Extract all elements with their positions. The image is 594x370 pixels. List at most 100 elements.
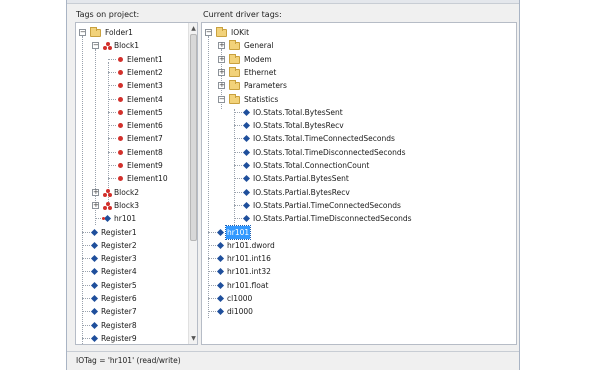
tree-item-label: IO.Stats.Partial.BytesRecv [253,187,350,197]
project-tree-item-block3[interactable]: + Block3 [76,199,188,212]
tree-connector [234,111,242,113]
project-tree-item-register7[interactable]: Register7 [76,305,188,318]
tree-item-label: Register1 [101,227,137,237]
project-tree-item-element5[interactable]: Element5 [76,106,188,119]
tree-connector [208,244,216,246]
collapse-icon[interactable]: − [205,29,212,36]
driver-tree-item-hr101-float[interactable]: hr101.float [202,279,516,292]
driver-tree-item-hr101-dword[interactable]: hr101.dword [202,239,516,252]
project-tree-item-folder1[interactable]: − Folder1 [76,26,188,39]
driver-tree-item-statistics[interactable]: − Statistics [202,93,516,106]
tag-diamond-icon [216,228,225,236]
driver-tags-tree[interactable]: − IOKit + General + Modem + Ethernet + Parameters… [201,22,517,345]
block-icon [103,188,112,197]
driver-tree-item-io-stats-total-timedisconnectedseconds[interactable]: IO.Stats.Total.TimeDisconnectedSeconds [202,146,516,159]
element-dot-icon [118,149,123,155]
driver-tree-item-ethernet[interactable]: + Ethernet [202,66,516,79]
project-tree-item-register1[interactable]: Register1 [76,226,188,239]
tree-item-label: IO.Stats.Total.TimeDisconnectedSeconds [253,147,406,157]
tree-item-label: IO.Stats.Total.ConnectionCount [253,161,370,170]
tree-connector [234,125,242,127]
expand-icon[interactable]: + [218,68,225,76]
scroll-up-arrow-icon[interactable]: ▲ [189,24,197,33]
expand-icon[interactable]: + [218,82,225,90]
tree-item-label: Register2 [101,240,137,250]
scroll-down-arrow-icon[interactable]: ▼ [189,334,197,343]
folder-icon [229,80,240,91]
project-tree-item-element10[interactable]: Element10 [76,172,188,185]
driver-tree-item-io-stats-total-bytesrecv[interactable]: IO.Stats.Total.BytesRecv [202,119,516,132]
tag-diamond-icon [242,201,251,209]
tag-diamond-icon [242,175,251,183]
project-tree-item-element1[interactable]: Element1 [76,53,188,66]
driver-tree-item-io-stats-partial-timedisconnectedseconds[interactable]: IO.Stats.Partial.TimeDisconnectedSeconds [202,212,516,225]
driver-tree-item-io-stats-partial-timeconnectedseconds[interactable]: IO.Stats.Partial.TimeConnectedSeconds [202,199,516,212]
collapse-icon[interactable]: − [218,95,225,103]
driver-tree-item-general[interactable]: + General [202,39,516,52]
project-tree-item-block2[interactable]: + Block2 [76,186,188,199]
driver-tags-title: Current driver tags: [203,10,282,19]
driver-tree-item-di1000[interactable]: di1000 [202,305,516,318]
expand-icon[interactable]: + [92,201,99,209]
tag-diamond-icon [216,268,225,276]
register-diamond-icon [90,241,99,249]
element-dot-icon [118,109,123,115]
project-tree-item-register5[interactable]: Register5 [76,279,188,292]
element-dot-icon [118,96,123,102]
expand-icon[interactable]: + [218,55,225,63]
tree-item-label: IO.Stats.Total.BytesSent [253,107,343,117]
driver-tree-item-parameters[interactable]: + Parameters [202,79,516,92]
driver-tree-item-modem[interactable]: + Modem [202,53,516,66]
project-tree-item-register2[interactable]: Register2 [76,239,188,252]
driver-tree-item-hr101-int32[interactable]: hr101.int32 [202,265,516,278]
project-tree-item-element4[interactable]: Element4 [76,93,188,106]
tree-item-label: hr101.int32 [227,267,271,277]
driver-tree-item-io-stats-total-timeconnectedseconds[interactable]: IO.Stats.Total.TimeConnectedSeconds [202,132,516,145]
collapse-icon[interactable]: − [92,42,99,50]
project-tree-item-element8[interactable]: Element8 [76,146,188,159]
driver-tree-item-hr101-int16[interactable]: hr101.int16 [202,252,516,265]
tree-item-label: IO.Stats.Partial.TimeDisconnectedSeconds [253,214,412,224]
project-tree-item-element7[interactable]: Element7 [76,132,188,145]
tree-connector [82,271,90,273]
element-dot-icon [118,136,123,142]
driver-tree-item-io-stats-partial-bytessent[interactable]: IO.Stats.Partial.BytesSent [202,172,516,185]
project-tree-item-element3[interactable]: Element3 [76,79,188,92]
project-tags-scrollbar[interactable]: ▲ ▼ [188,23,197,344]
tree-connector [108,165,116,166]
project-tags-tree[interactable]: ▲ ▼ − Folder1− Block1 Element1 Element2 Eleme… [75,22,198,345]
tree-connector [82,298,90,299]
project-tree-item-element2[interactable]: Element2 [76,66,188,79]
project-tree-item-block1[interactable]: − Block1 [76,39,188,52]
driver-tree-item-io-stats-partial-bytesrecv[interactable]: IO.Stats.Partial.BytesRecv [202,186,516,199]
tree-item-label: Register5 [101,280,137,290]
tree-connector [82,337,90,339]
project-tree-item-hr101[interactable]: hr101 [76,212,188,225]
collapse-icon[interactable]: − [79,29,86,36]
tree-item-label: IO.Stats.Total.TimeConnectedSeconds [253,134,395,144]
tag-diamond-icon [216,255,225,263]
driver-tree-item-io-stats-total-bytessent[interactable]: IO.Stats.Total.BytesSent [202,106,516,119]
tree-connector [108,111,116,113]
expand-icon[interactable]: + [218,42,225,50]
driver-tree-item-cl1000[interactable]: cl1000 [202,292,516,305]
tag-diamond-icon [216,241,225,249]
element-dot-icon [118,176,123,182]
register-diamond-icon [90,255,99,263]
project-tree-item-register6[interactable]: Register6 [76,292,188,305]
project-tree-item-element6[interactable]: Element6 [76,119,188,132]
project-tree-item-element9[interactable]: Element9 [76,159,188,172]
project-tree-item-register3[interactable]: Register3 [76,252,188,265]
driver-tree-item-io-stats-total-connectioncount[interactable]: IO.Stats.Total.ConnectionCount [202,159,516,172]
tree-connector [208,271,216,273]
tree-connector [108,98,116,100]
driver-tree-item-iokit[interactable]: − IOKit [202,26,516,39]
project-tree-item-register9[interactable]: Register9 [76,332,188,344]
project-tree-item-register8[interactable]: Register8 [76,319,188,332]
driver-tree-item-hr101[interactable]: hr101 [202,224,516,240]
project-tree-item-register4[interactable]: Register4 [76,265,188,278]
expand-icon[interactable]: + [92,188,99,196]
tag-diamond-icon [242,161,251,170]
scroll-thumb[interactable] [190,34,197,241]
tag-diamond-icon [242,215,251,223]
